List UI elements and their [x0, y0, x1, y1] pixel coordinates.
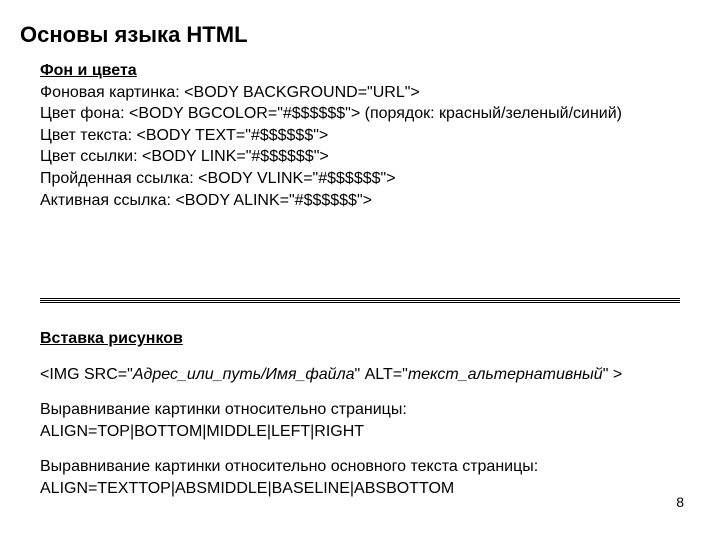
line-bg-image: Фоновая картинка: <BODY BACKGROUND="URL"…: [40, 82, 680, 104]
part: " >: [603, 366, 622, 383]
section-colors-heading: Фон и цвета: [40, 60, 680, 82]
part: <IMG SRC=": [40, 366, 133, 383]
code: <BODY TEXT="#$$$$$$">: [136, 127, 328, 144]
align-page: Выравнивание картинки относительно стран…: [40, 399, 680, 442]
part-ital: текст_альтернативный: [408, 366, 603, 383]
code: <BODY BGCOLOR="#$$$$$$">: [129, 105, 360, 122]
align-page-values: ALIGN=TOP|BOTTOM|MIDDLE|LEFT|RIGHT: [40, 421, 680, 443]
section-images-heading: Вставка рисунков: [40, 328, 680, 350]
section-colors: Фон и цвета Фоновая картинка: <BODY BACK…: [40, 60, 680, 211]
part: " ALT=": [355, 366, 408, 383]
line-linkcolor: Цвет ссылки: <BODY LINK="#$$$$$$">: [40, 146, 680, 168]
part-ital: Адрес_или_путь/Имя_файла: [133, 366, 355, 383]
line-textcolor: Цвет текста: <BODY TEXT="#$$$$$$">: [40, 125, 680, 147]
divider-line: [40, 302, 680, 303]
align-text-values: ALIGN=TEXTTOP|ABSMIDDLE|BASELINE|ABSBOTT…: [40, 478, 680, 500]
divider-line: [40, 300, 680, 301]
divider-line: [40, 298, 680, 299]
label: Цвет фона:: [40, 105, 129, 122]
section-images: Вставка рисунков <IMG SRC="Адрес_или_пут…: [40, 328, 680, 500]
code: <BODY LINK="#$$$$$$">: [142, 148, 329, 165]
img-tag-example: <IMG SRC="Адрес_или_путь/Имя_файла" ALT=…: [40, 364, 680, 386]
label: Цвет ссылки:: [40, 148, 142, 165]
slide: Основы языка HTML Фон и цвета Фоновая ка…: [0, 0, 720, 540]
slide-title: Основы языка HTML: [20, 22, 248, 48]
code: <BODY VLINK="#$$$$$$">: [198, 170, 395, 187]
label: Пройденная ссылка:: [40, 170, 198, 187]
line-vlinkcolor: Пройденная ссылка: <BODY VLINK="#$$$$$$"…: [40, 168, 680, 190]
label: Фоновая картинка:: [40, 84, 184, 101]
divider: [40, 298, 680, 302]
page-number: 8: [676, 494, 684, 510]
align-text: Выравнивание картинки относительно основ…: [40, 456, 680, 499]
label: Цвет текста:: [40, 127, 136, 144]
code: <BODY BACKGROUND="URL">: [184, 84, 420, 101]
label: Активная ссылка:: [40, 192, 175, 209]
code: <BODY ALINK="#$$$$$$">: [175, 192, 372, 209]
line-alinkcolor: Активная ссылка: <BODY ALINK="#$$$$$$">: [40, 190, 680, 212]
align-page-text: Выравнивание картинки относительно стран…: [40, 399, 680, 421]
align-text-text: Выравнивание картинки относительно основ…: [40, 456, 680, 478]
line-bgcolor: Цвет фона: <BODY BGCOLOR="#$$$$$$"> (пор…: [40, 103, 680, 125]
note: (порядок: красный/зеленый/синий): [360, 105, 622, 122]
